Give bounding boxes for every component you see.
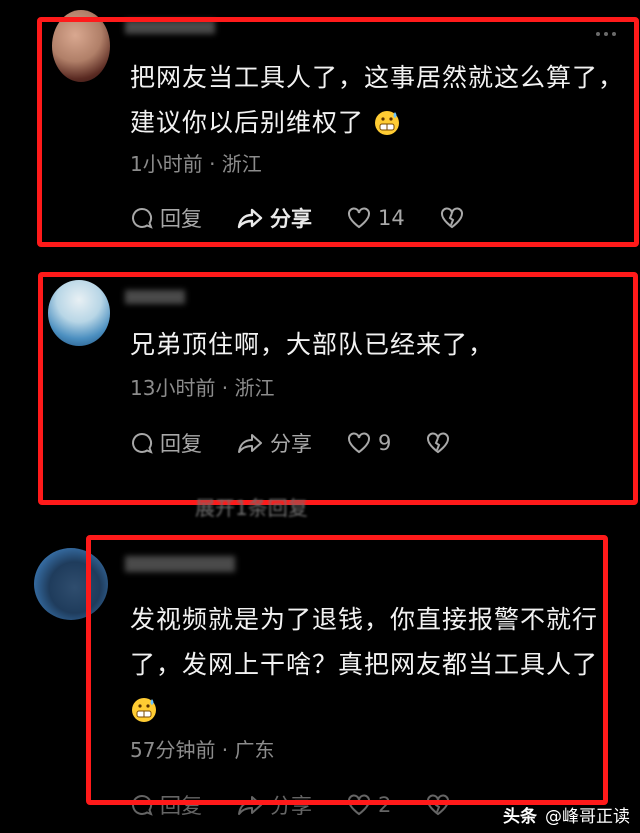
highlight-box [38,272,638,505]
watermark-account: @峰哥正读 [545,807,630,827]
highlight-box [37,17,639,247]
highlight-box [86,535,608,805]
watermark-platform: 头条 [503,807,537,827]
watermark: 头条 @峰哥正读 [503,802,630,827]
expand-replies-link[interactable]: 展开1条回复 [195,492,308,521]
